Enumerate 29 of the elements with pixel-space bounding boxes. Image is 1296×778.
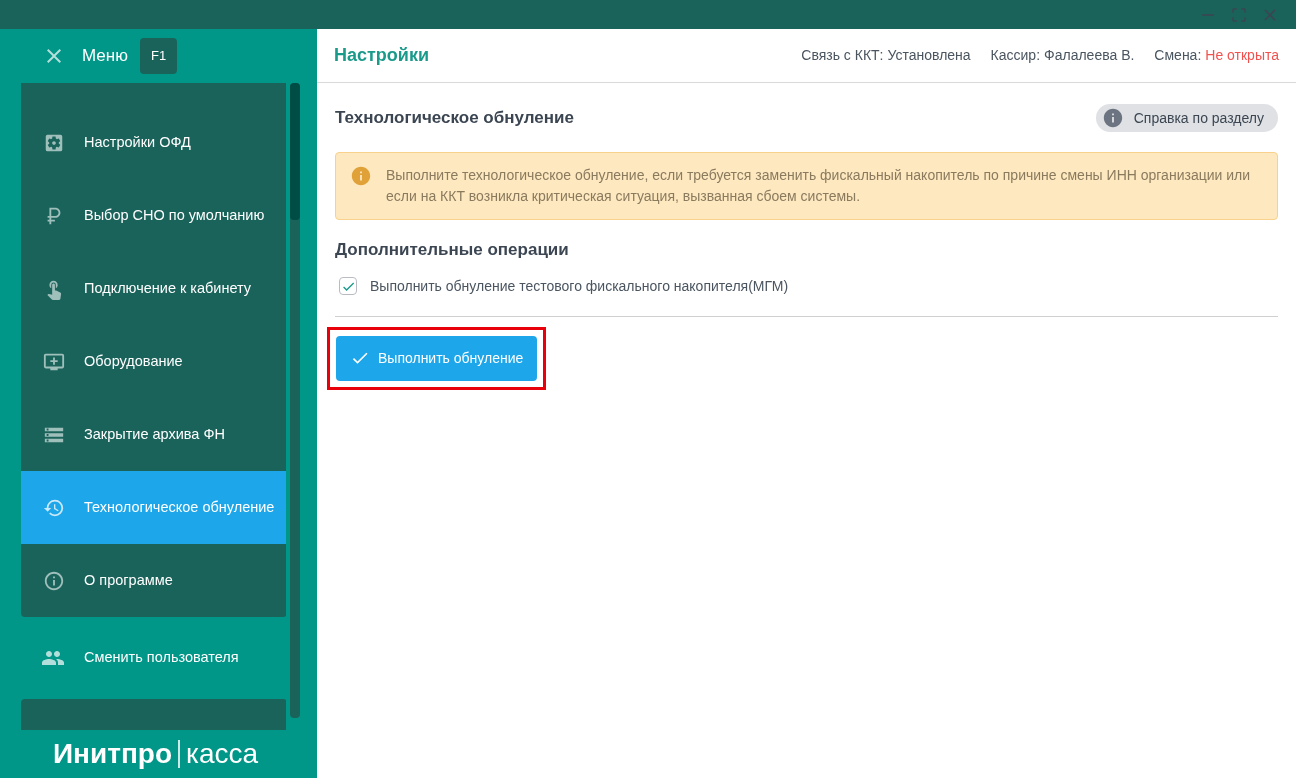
status-value: Установлена <box>887 46 971 65</box>
menu-item[interactable]: Закрытие архива ФН <box>21 398 286 471</box>
menu-item[interactable]: Подключение к кабинету <box>21 252 286 325</box>
help-button[interactable]: Справка по разделу <box>1095 104 1278 132</box>
info-icon <box>350 165 372 187</box>
status-value: Фалалеева В. <box>1044 46 1135 65</box>
menu-title: Меню <box>82 45 128 68</box>
status-label: Кассир: <box>990 46 1041 65</box>
status-value: Не открыта <box>1205 46 1279 65</box>
checkbox-label: Выполнить обнуление тестового фискального накопителя(МГМ) <box>370 276 789 296</box>
scrollbar[interactable] <box>290 83 300 718</box>
subsection-title: Дополнительные операции <box>335 239 570 261</box>
menu-item[interactable]: Сменить пользователя <box>21 617 286 699</box>
menu-item[interactable]: Настройки ОФД <box>21 106 286 179</box>
info-icon <box>1101 107 1124 129</box>
maximize-icon[interactable] <box>1230 5 1248 24</box>
notice-text: Выполните технологическое обнуление, если требуется заменить фискальный накопитель по причине смены ИНН организации или если на ККТ возникла критическая ситуация, вызванная сбоем системы. <box>386 166 1252 206</box>
page-title: Настройки <box>334 44 429 67</box>
menu-item[interactable]: О программе <box>21 544 286 617</box>
status-label: Связь с ККТ: <box>801 46 884 65</box>
checkbox[interactable] <box>339 277 357 295</box>
logo-product: касса <box>186 737 259 771</box>
menu-item[interactable]: Выбор СНО по умолчанию <box>21 179 286 252</box>
shortcut-key: F1 <box>139 38 178 74</box>
menu-item[interactable]: Оборудование <box>21 325 286 398</box>
section-title: Технологическое обнуление <box>335 107 574 130</box>
logo-brand: Инитпро <box>52 737 173 771</box>
info-icon <box>43 569 65 592</box>
status-label: Смена: <box>1154 46 1202 65</box>
